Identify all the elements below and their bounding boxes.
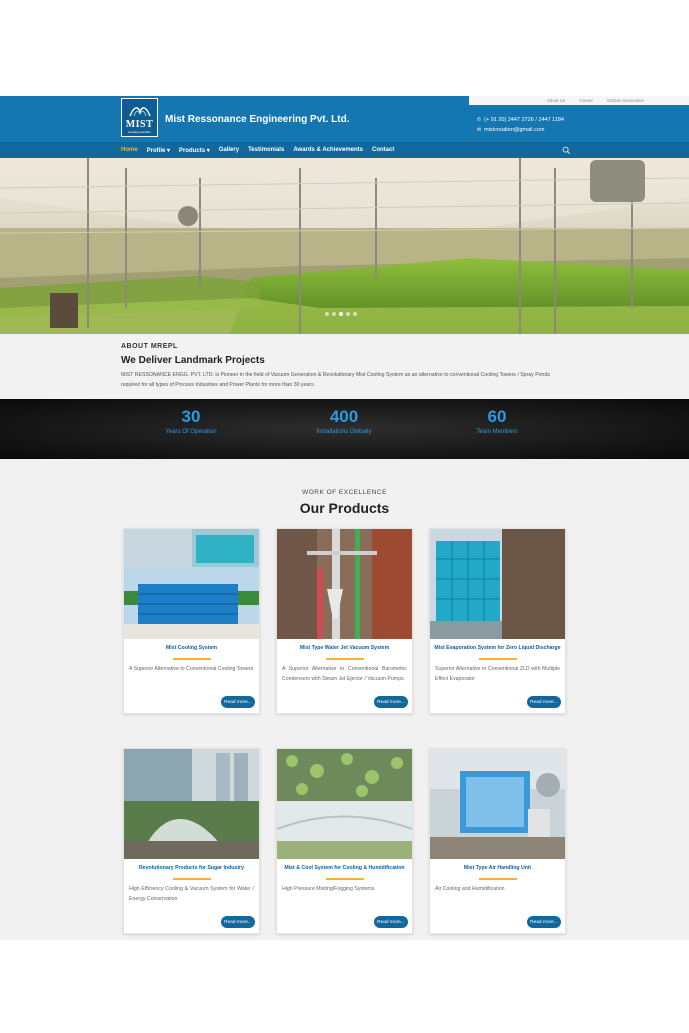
slide-dot[interactable] bbox=[346, 312, 350, 316]
product-title[interactable]: Mist Type Air Handling Unit bbox=[434, 865, 561, 871]
title-underline bbox=[326, 878, 364, 880]
product-card-air-handling[interactable]: Mist Type Air Handling Unit Air Cooling … bbox=[429, 748, 566, 934]
title-underline bbox=[173, 658, 211, 660]
title-underline bbox=[479, 658, 517, 660]
product-card-mist-cool[interactable]: Mist & Cool System for Cooling & Humidif… bbox=[276, 748, 413, 934]
product-card-water-jet-vacuum[interactable]: Mist Type Water Jet Vacuum System A Supe… bbox=[276, 528, 413, 714]
site-logo[interactable]: MIST creating wonders bbox=[121, 98, 158, 137]
career-link[interactable]: Career bbox=[579, 98, 593, 103]
stat-team: 60 Team Members bbox=[437, 407, 557, 435]
stat-number: 30 bbox=[181, 407, 201, 426]
nav-contact[interactable]: Contact bbox=[372, 147, 394, 153]
about-kicker: ABOUT MREPL bbox=[121, 343, 178, 350]
nav-gallery[interactable]: Gallery bbox=[219, 147, 239, 153]
nav-home[interactable]: Home bbox=[121, 147, 138, 153]
stat-years: 30 Years Of Operation bbox=[131, 407, 251, 435]
slider-dots bbox=[325, 312, 357, 316]
read-more-button[interactable]: Read more... bbox=[527, 696, 561, 708]
product-card-sugar-industry[interactable]: Revolutionary Products for Sugar Industr… bbox=[123, 748, 260, 934]
read-more-button[interactable]: Read more... bbox=[374, 916, 408, 928]
slide-dot-active[interactable] bbox=[339, 312, 343, 316]
search-icon[interactable] bbox=[562, 146, 571, 155]
nav-profile[interactable]: Profile ▾ bbox=[147, 147, 170, 154]
slide-dot[interactable] bbox=[353, 312, 357, 316]
contact-info: ✆ (+ 91 20) 2447 2726 / 2447 1184 ✉ mistcr… bbox=[477, 115, 564, 135]
page: About Us Career Global Association MIST … bbox=[0, 0, 689, 1033]
company-name: Mist Ressonance Engineering Pvt. Ltd. bbox=[165, 114, 350, 125]
product-description: A Superior Alternative to Conventional B… bbox=[282, 666, 407, 682]
stat-label: Years Of Operation bbox=[165, 429, 217, 435]
products-kicker: WORK OF EXCELLENCE bbox=[302, 489, 387, 496]
email-icon: ✉ bbox=[476, 127, 482, 133]
product-title[interactable]: Mist Cooling System bbox=[128, 645, 255, 651]
product-card-zld[interactable]: Mist Evaporation System for Zero Liquid … bbox=[429, 528, 566, 714]
stat-number: 60 bbox=[487, 407, 507, 426]
nav-products[interactable]: Products ▾ bbox=[179, 147, 210, 154]
read-more-button[interactable]: Read more... bbox=[221, 916, 255, 928]
product-card-mist-cooling[interactable]: Mist Cooling System A Superior Alternati… bbox=[123, 528, 260, 714]
stat-number: 400 bbox=[329, 407, 359, 426]
product-description: High Efficiency Cooling & Vacuum System … bbox=[129, 886, 254, 902]
greenhouse-image bbox=[0, 158, 689, 334]
logo-subtext: creating wonders bbox=[128, 130, 151, 134]
slide-dot[interactable] bbox=[332, 312, 336, 316]
product-image bbox=[124, 529, 259, 639]
phone-number: (+ 91 20) 2447 2726 / 2447 1184 bbox=[484, 117, 564, 123]
read-more-button[interactable]: Read more... bbox=[221, 696, 255, 708]
stat-installations: 400 Installations Globally bbox=[284, 407, 404, 435]
main-nav: Home Profile ▾ Products ▾ Gallery Testim… bbox=[0, 142, 689, 158]
phone-icon: ✆ bbox=[476, 117, 482, 123]
product-image bbox=[124, 749, 259, 859]
product-title[interactable]: Mist & Cool System for Cooling & Humidif… bbox=[281, 865, 408, 871]
title-underline bbox=[326, 658, 364, 660]
product-image bbox=[277, 529, 412, 639]
about-us-link[interactable]: About Us bbox=[547, 98, 566, 103]
about-title: We Deliver Landmark Projects bbox=[121, 355, 265, 366]
product-title[interactable]: Mist Evaporation System for Zero Liquid … bbox=[434, 645, 561, 651]
stat-label: Team Members bbox=[476, 429, 518, 435]
product-title[interactable]: Mist Type Water Jet Vacuum System bbox=[281, 645, 408, 651]
hero-slider[interactable] bbox=[0, 158, 689, 334]
email-address[interactable]: mistcreation@gmail.com bbox=[484, 125, 544, 135]
product-description: Air Cooling and Humidification bbox=[435, 886, 505, 892]
slide-dot[interactable] bbox=[325, 312, 329, 316]
read-more-button[interactable]: Read more... bbox=[527, 916, 561, 928]
product-description: Superior Alternative to Conventional ZLD… bbox=[435, 666, 560, 682]
title-underline bbox=[173, 878, 211, 880]
global-association-link[interactable]: Global Association bbox=[607, 98, 644, 103]
product-image bbox=[430, 529, 565, 639]
nav-awards[interactable]: Awards & Achievements bbox=[293, 147, 363, 153]
product-image bbox=[277, 749, 412, 859]
product-title[interactable]: Revolutionary Products for Sugar Industr… bbox=[128, 865, 255, 871]
products-title: Our Products bbox=[299, 500, 390, 516]
read-more-button[interactable]: Read more... bbox=[374, 696, 408, 708]
about-text: MIST RESSONANCE ENGG. PVT. LTD. is Pione… bbox=[121, 372, 550, 388]
product-image bbox=[430, 749, 565, 859]
title-underline bbox=[479, 878, 517, 880]
product-description: High Pressure Misting/Fogging Systems bbox=[282, 886, 375, 892]
stat-label: Installations Globally bbox=[316, 429, 372, 435]
logo-wave-icon bbox=[128, 107, 151, 117]
logo-text: MIST bbox=[125, 119, 154, 130]
product-description: A Superior Alternative to Conventional C… bbox=[129, 666, 254, 672]
utility-links: About Us Career Global Association bbox=[469, 96, 689, 105]
nav-testimonials[interactable]: Testimonials bbox=[248, 147, 284, 153]
